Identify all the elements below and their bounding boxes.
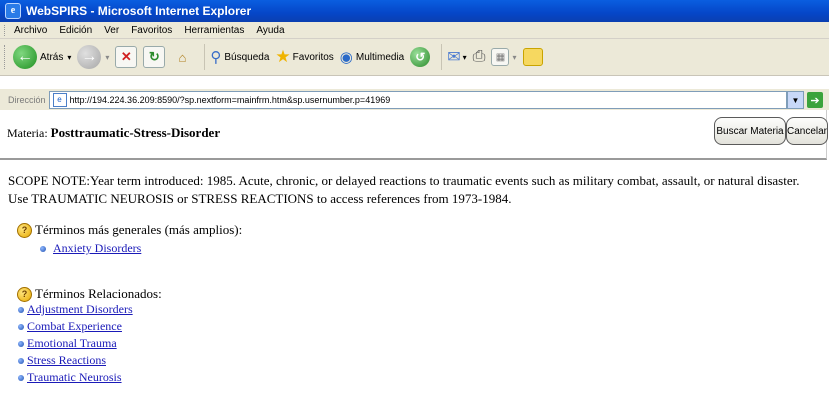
home-icon: ⌂ [178, 49, 187, 65]
standard-toolbar: ← Atrás ▾ → ▾ ✕ ↻ ⌂ ⚲ Búsqueda ★ Favorit… [0, 39, 829, 76]
media-button[interactable]: ◉ Multimedia [340, 48, 404, 66]
window-title: WebSPIRS - Microsoft Internet Explorer [26, 4, 252, 18]
menu-favoritos[interactable]: Favoritos [131, 25, 172, 36]
term-link-label[interactable]: Traumatic Neurosis [27, 370, 122, 385]
back-button[interactable]: ← Atrás ▾ [13, 45, 71, 69]
term-link[interactable]: Combat Experience [18, 319, 122, 334]
bullet-icon [18, 357, 24, 364]
messenger-button[interactable] [522, 48, 543, 66]
term-link[interactable]: Anxiety Disorders [40, 241, 141, 256]
refresh-icon: ↻ [143, 46, 166, 68]
cancelar-button[interactable]: Cancelar [786, 117, 828, 145]
term-link[interactable]: Stress Reactions [18, 353, 106, 368]
menu-ayuda[interactable]: Ayuda [256, 25, 284, 36]
bullet-icon [18, 374, 24, 381]
mail-dropdown-icon[interactable]: ▾ [463, 53, 467, 62]
home-button[interactable]: ⌂ [171, 46, 193, 68]
mail-icon: ✉ [447, 49, 461, 66]
favorites-star-icon: ★ [275, 47, 291, 66]
printer-icon: ⎙ [472, 48, 486, 65]
favorites-label: Favoritos [292, 51, 334, 63]
edit-button[interactable]: ▦ ▾ [491, 48, 517, 66]
history-button[interactable]: ↺ [410, 47, 431, 67]
address-label: Dirección [8, 95, 46, 105]
mail-button[interactable]: ✉ ▾ [447, 47, 466, 67]
toolbar-separator [204, 44, 206, 70]
media-label: Multimedia [355, 51, 405, 63]
history-icon: ↺ [410, 47, 431, 67]
broader-terms-heading: ? Términos más generales (más amplios): [17, 222, 242, 238]
related-terms-label: Términos Relacionados: [35, 286, 162, 301]
edit-dropdown-icon[interactable]: ▾ [512, 53, 516, 62]
bullet-icon [40, 245, 46, 252]
menubar-grip [4, 24, 8, 36]
search-label: Búsqueda [224, 51, 270, 63]
go-arrow-icon[interactable]: ➔ [807, 92, 823, 108]
menu-ver[interactable]: Ver [104, 25, 119, 36]
help-question-icon: ? [17, 222, 32, 238]
favorites-button[interactable]: ★ Favoritos [275, 47, 333, 67]
address-bar: Dirección e http://194.224.36.209:8590/?… [0, 88, 829, 112]
materia-label: Materia: [7, 126, 48, 140]
forward-dropdown-icon[interactable]: ▾ [105, 53, 109, 62]
materia-value: Posttraumatic-Stress-Disorder [50, 125, 221, 140]
folder-icon [522, 48, 543, 66]
help-question-icon: ? [17, 286, 32, 302]
edit-icon: ▦ [491, 48, 510, 66]
back-label: Atrás [40, 51, 64, 63]
related-terms-heading: ? Términos Relacionados: [17, 286, 162, 302]
back-arrow-icon: ← [13, 45, 37, 69]
stop-icon: ✕ [115, 46, 138, 68]
ie-icon: e [5, 3, 21, 19]
term-link-label[interactable]: Emotional Trauma [27, 336, 117, 351]
address-dropdown-icon[interactable]: ▼ [787, 91, 804, 109]
bullet-icon [18, 340, 24, 347]
menu-herramientas[interactable]: Herramientas [184, 25, 244, 36]
page-icon: e [52, 93, 67, 107]
back-dropdown-icon[interactable]: ▾ [67, 53, 71, 62]
forward-button[interactable]: → ▾ [77, 45, 109, 69]
page-content: Materia: Posttraumatic-Stress-Disorder B… [0, 110, 829, 397]
bullet-icon [18, 323, 24, 330]
term-link[interactable]: Traumatic Neurosis [18, 370, 122, 385]
refresh-button[interactable]: ↻ [143, 46, 166, 68]
title-bar: e WebSPIRS - Microsoft Internet Explorer [0, 0, 829, 22]
forward-arrow-icon: → [77, 45, 102, 69]
term-link[interactable]: Adjustment Disorders [18, 302, 133, 317]
term-link-label[interactable]: Adjustment Disorders [27, 302, 133, 317]
term-link-label[interactable]: Anxiety Disorders [53, 241, 141, 256]
search-button[interactable]: ⚲ Búsqueda [210, 48, 269, 66]
toolbar-grip [4, 45, 8, 69]
media-icon: ◉ [339, 49, 353, 66]
term-link-label[interactable]: Combat Experience [27, 319, 122, 334]
buscar-materia-button[interactable]: Buscar Materia [714, 117, 786, 145]
address-input[interactable]: e http://194.224.36.209:8590/?sp.nextfor… [48, 91, 787, 109]
address-url[interactable]: http://194.224.36.209:8590/?sp.nextform=… [70, 95, 391, 105]
materia-line: Materia: Posttraumatic-Stress-Disorder [7, 125, 220, 141]
search-icon: ⚲ [210, 49, 222, 66]
menu-edicion[interactable]: Edición [59, 25, 92, 36]
menu-bar: Archivo Edición Ver Favoritos Herramient… [0, 22, 829, 39]
broader-terms-label: Términos más generales (más amplios): [35, 222, 243, 237]
term-link[interactable]: Emotional Trauma [18, 336, 117, 351]
term-link-label[interactable]: Stress Reactions [27, 353, 106, 368]
menu-archivo[interactable]: Archivo [14, 25, 47, 36]
toolbar-separator [441, 44, 443, 70]
subject-frame: Materia: Posttraumatic-Stress-Disorder B… [0, 110, 828, 160]
scope-note: SCOPE NOTE:Year term introduced: 1985. A… [8, 173, 800, 206]
bullet-icon [18, 306, 24, 313]
print-button[interactable]: ⎙ [473, 48, 486, 66]
stop-button[interactable]: ✕ [115, 46, 138, 68]
